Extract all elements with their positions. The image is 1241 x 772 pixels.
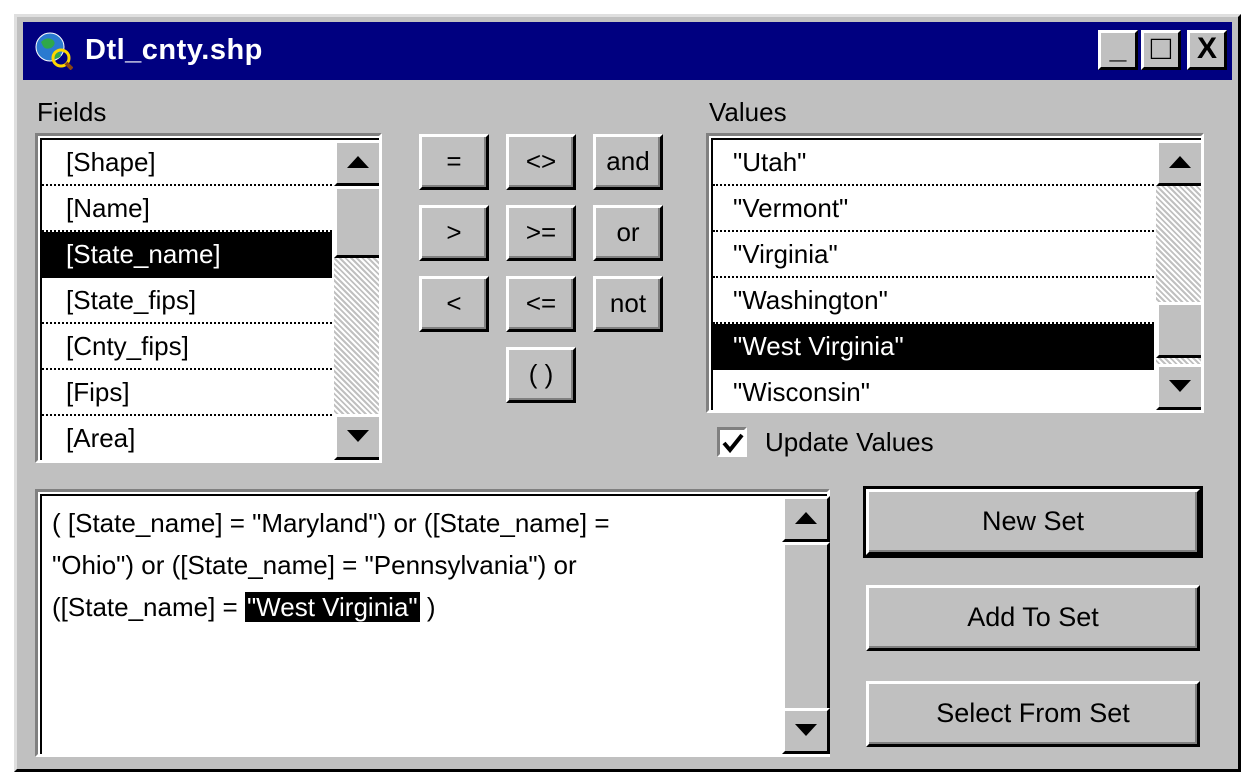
arrow-up-icon: [347, 156, 369, 168]
select-from-set-button[interactable]: Select From Set: [866, 681, 1200, 747]
list-item[interactable]: [Shape]: [42, 140, 332, 186]
parentheses-button[interactable]: ( ): [506, 347, 576, 403]
or-button[interactable]: or: [593, 205, 663, 261]
less-than-button[interactable]: <: [419, 276, 489, 332]
expression-line-2: "Ohio") or ([State_name] = "Pennsylvania…: [52, 550, 577, 580]
list-item[interactable]: "Utah": [713, 140, 1154, 186]
list-item-selected[interactable]: [State_name]: [42, 232, 332, 278]
scroll-down-button[interactable]: [334, 414, 379, 460]
scroll-up-button[interactable]: [782, 496, 830, 542]
update-values-label: Update Values: [765, 427, 934, 457]
arrow-up-icon: [1169, 156, 1191, 168]
list-item[interactable]: "Washington": [713, 278, 1154, 324]
arrow-down-icon: [795, 724, 817, 736]
list-item[interactable]: [Name]: [42, 186, 332, 232]
scroll-thumb[interactable]: [782, 542, 830, 712]
not-button[interactable]: not: [593, 276, 663, 332]
fields-scrollbar[interactable]: [334, 140, 379, 460]
greater-than-button[interactable]: >: [419, 205, 489, 261]
fields-label: Fields: [37, 97, 107, 127]
equals-button[interactable]: =: [419, 134, 489, 190]
title-bar[interactable]: Dtl_cnty.shp _ □ X: [23, 22, 1232, 80]
scroll-down-button[interactable]: [1156, 364, 1201, 410]
expression-text[interactable]: ( [State_name] = "Maryland") or ([State_…: [52, 502, 772, 628]
expression-line-3: ([State_name] = "West Virginia" ): [52, 586, 772, 628]
scroll-down-button[interactable]: [782, 708, 830, 754]
values-listbox[interactable]: "Utah" "Vermont" "Virginia" "Washington"…: [706, 133, 1204, 413]
maximize-button[interactable]: □: [1141, 30, 1181, 70]
arrow-up-icon: [795, 512, 817, 524]
greater-equal-button[interactable]: >=: [506, 205, 576, 261]
list-item[interactable]: [Fips]: [42, 370, 332, 416]
list-item[interactable]: [Area]: [42, 416, 332, 460]
and-button[interactable]: and: [593, 134, 663, 190]
scroll-up-button[interactable]: [1156, 140, 1201, 186]
list-item[interactable]: "Vermont": [713, 186, 1154, 232]
expression-line-3-suffix: ): [419, 592, 436, 622]
not-equal-button[interactable]: <>: [506, 134, 576, 190]
minimize-button[interactable]: _: [1098, 30, 1138, 70]
expression-selection: "West Virginia": [244, 592, 420, 622]
less-equal-button[interactable]: <=: [506, 276, 576, 332]
new-set-button[interactable]: New Set: [863, 486, 1203, 558]
scroll-up-button[interactable]: [334, 140, 379, 186]
scroll-thumb[interactable]: [334, 186, 379, 258]
arrow-down-icon: [347, 430, 369, 442]
values-scrollbar[interactable]: [1156, 140, 1201, 410]
globe-query-icon: [33, 30, 74, 71]
list-item-selected[interactable]: "West Virginia": [713, 324, 1154, 370]
expression-line-3-prefix: ([State_name] =: [52, 592, 245, 622]
list-item[interactable]: "Virginia": [713, 232, 1154, 278]
fields-listbox[interactable]: [Shape] [Name] [State_name] [State_fips]…: [35, 133, 382, 463]
list-item[interactable]: [State_fips]: [42, 278, 332, 324]
update-values-checkbox[interactable]: [717, 427, 747, 457]
list-item[interactable]: [Cnty_fips]: [42, 324, 332, 370]
expression-textarea[interactable]: ( [State_name] = "Maryland") or ([State_…: [35, 489, 830, 757]
scroll-thumb[interactable]: [1156, 302, 1201, 358]
add-to-set-button[interactable]: Add To Set: [866, 585, 1200, 651]
query-builder-window: Dtl_cnty.shp _ □ X Fields [Shape] [Name]…: [14, 14, 1241, 772]
window-title: Dtl_cnty.shp: [85, 34, 263, 66]
expression-scrollbar[interactable]: [782, 496, 830, 754]
close-button[interactable]: X: [1187, 30, 1227, 70]
checkmark-icon: [722, 433, 744, 454]
values-label: Values: [709, 97, 787, 127]
list-item[interactable]: "Wisconsin": [713, 370, 1154, 410]
expression-line-1: ( [State_name] = "Maryland") or ([State_…: [52, 508, 610, 538]
arrow-down-icon: [1169, 380, 1191, 392]
